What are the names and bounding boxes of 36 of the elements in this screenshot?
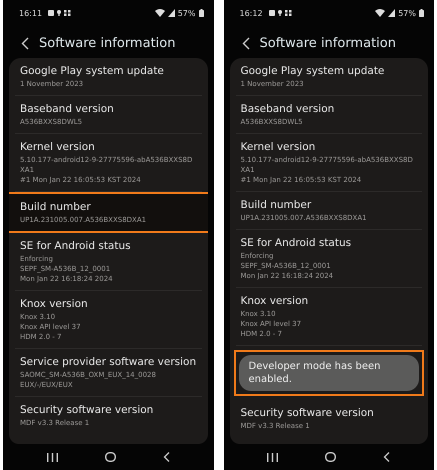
item-title: Google Play system update [240, 64, 386, 79]
back-icon[interactable] [242, 36, 250, 50]
page-title: Software information [39, 36, 176, 50]
item-title: Security software version [240, 406, 375, 421]
item-title: SE for Android status [20, 239, 132, 254]
battery-level: 57% [178, 8, 196, 18]
item-title: Build number [20, 200, 92, 215]
item-title: Kernel version [240, 140, 316, 155]
status-time: 16:11 [19, 8, 42, 18]
item-title: Build number [240, 198, 312, 213]
page-title: Software information [260, 36, 396, 50]
toast-message: Developer mode has been enabled. [238, 355, 419, 391]
wifi-icon [154, 9, 165, 17]
signal-icon [168, 9, 175, 17]
item-title: Security software version [20, 403, 154, 418]
battery-icon [419, 9, 424, 17]
recents-icon[interactable] [46, 452, 58, 462]
item-title: Google Play system update [20, 64, 165, 79]
home-icon[interactable] [325, 452, 336, 462]
item-title: Baseband version [240, 102, 336, 117]
item-title: Service provider software version [20, 355, 196, 370]
item-title: Knox version [240, 294, 310, 309]
recents-icon[interactable] [267, 452, 278, 462]
signal-icon [388, 9, 396, 17]
home-icon[interactable] [104, 452, 116, 462]
status-time: 16:12 [240, 8, 263, 18]
back-icon[interactable] [162, 452, 170, 462]
item-title: Kernel version [20, 140, 96, 155]
item-title: Knox version [20, 297, 89, 312]
battery-icon [198, 9, 204, 17]
wifi-icon [375, 9, 386, 17]
back-icon[interactable] [383, 452, 390, 462]
battery-level: 57% [398, 8, 416, 18]
item-title: SE for Android status [240, 236, 352, 251]
back-icon[interactable] [21, 36, 29, 50]
item-title: Baseband version [20, 102, 115, 117]
